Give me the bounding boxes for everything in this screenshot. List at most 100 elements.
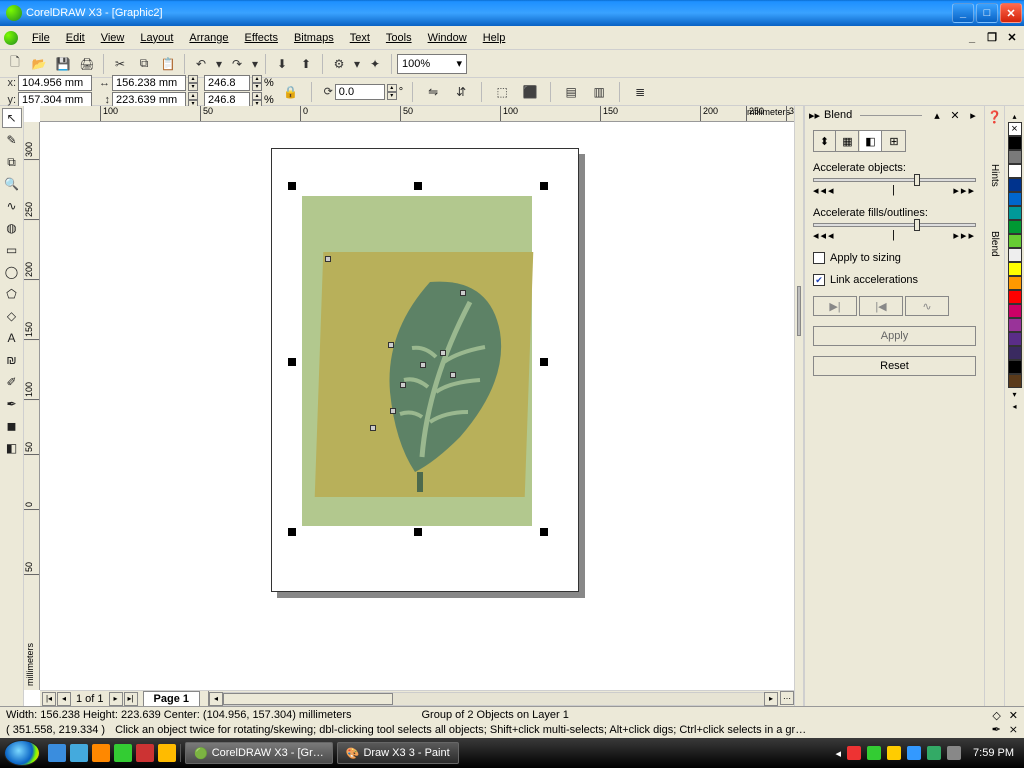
- menu-layout[interactable]: Layout: [132, 29, 181, 47]
- node-marker[interactable]: [325, 256, 331, 262]
- node-marker[interactable]: [440, 350, 446, 356]
- print-button[interactable]: 🖨: [76, 53, 98, 75]
- splitter-grip[interactable]: [797, 286, 801, 336]
- undo-button[interactable]: ↶: [190, 53, 212, 75]
- selection-handle-sw[interactable]: [288, 528, 296, 536]
- slider-rewind-icon[interactable]: ◂◂◂: [813, 184, 836, 197]
- slider-rewind-icon[interactable]: ◂◂◂: [813, 229, 836, 242]
- width-field[interactable]: 156.238 mm: [112, 75, 186, 91]
- color-swatch[interactable]: [1008, 136, 1022, 150]
- redo-dropdown[interactable]: ▾: [250, 53, 260, 75]
- palette-flyout[interactable]: ◂: [1008, 400, 1022, 412]
- import-button[interactable]: ⬇: [271, 53, 293, 75]
- blend-tab-misc[interactable]: ⊞: [883, 131, 905, 151]
- app-launcher-button[interactable]: ⚙: [328, 53, 350, 75]
- color-swatch[interactable]: [1008, 234, 1022, 248]
- apply-button[interactable]: Apply: [813, 326, 976, 346]
- tray-network-icon[interactable]: [927, 746, 941, 760]
- window-close-button[interactable]: ✕: [1000, 3, 1022, 23]
- copy-button[interactable]: ⧉: [133, 53, 155, 75]
- shape-tool[interactable]: ✎: [2, 130, 22, 150]
- freehand-tool[interactable]: ∿: [2, 196, 22, 216]
- interactive-fill-tool[interactable]: ◧: [2, 438, 22, 458]
- lock-ratio-button[interactable]: 🔒: [280, 81, 302, 103]
- zoom-combo[interactable]: 100% ▾: [397, 54, 467, 74]
- swatch-none[interactable]: [1008, 122, 1022, 136]
- horizontal-scrollbar[interactable]: ◂ ▸: [208, 691, 778, 706]
- scroll-right-button[interactable]: ▸: [764, 692, 778, 706]
- taskbar-coreldraw[interactable]: 🟢CorelDRAW X3 - [Gr…: [185, 742, 333, 764]
- width-spinner[interactable]: ▴▾: [188, 75, 198, 91]
- rotation-field[interactable]: 0.0: [335, 84, 385, 100]
- ql-item[interactable]: [92, 744, 110, 762]
- mdi-restore-button[interactable]: ❐: [984, 31, 1000, 45]
- artwork-leaf[interactable]: [350, 262, 510, 492]
- slider-fwd-icon[interactable]: ▸▸▸: [953, 229, 976, 242]
- tray-icon[interactable]: [907, 746, 921, 760]
- node-marker[interactable]: [450, 372, 456, 378]
- selection-handle-e[interactable]: [540, 358, 548, 366]
- ungroup-all-button[interactable]: ⬛: [519, 81, 541, 103]
- color-swatch[interactable]: [1008, 164, 1022, 178]
- app-menu-icon[interactable]: [4, 31, 18, 45]
- ql-item[interactable]: [70, 744, 88, 762]
- drawing-canvas[interactable]: [40, 122, 794, 690]
- menu-arrange[interactable]: Arrange: [181, 29, 236, 47]
- docker-collapse-button[interactable]: ▴: [930, 108, 944, 122]
- node-marker[interactable]: [388, 342, 394, 348]
- mirror-h-button[interactable]: ⇋: [422, 81, 444, 103]
- palette-scroll-up[interactable]: ▴: [1008, 110, 1022, 122]
- new-button[interactable]: 🗋: [4, 53, 26, 75]
- vertical-ruler[interactable]: millimeters 30025020015010050050: [24, 122, 40, 690]
- color-swatch[interactable]: [1008, 332, 1022, 346]
- color-swatch[interactable]: [1008, 360, 1022, 374]
- wrap-text-button[interactable]: ≣: [629, 81, 651, 103]
- taskbar-paint[interactable]: 🎨Draw X3 3 - Paint: [337, 742, 459, 764]
- color-swatch[interactable]: [1008, 192, 1022, 206]
- link-accelerations-checkbox[interactable]: ✔Link accelerations: [813, 274, 976, 286]
- blend-path-curve-button[interactable]: ∿: [905, 296, 949, 316]
- node-marker[interactable]: [400, 382, 406, 388]
- paste-button[interactable]: 📋: [157, 53, 179, 75]
- to-back-button[interactable]: ▥: [588, 81, 610, 103]
- selection-handle-s[interactable]: [414, 528, 422, 536]
- redo-button[interactable]: ↷: [226, 53, 248, 75]
- prev-page-button[interactable]: ◂: [57, 692, 71, 706]
- open-button[interactable]: 📂: [28, 53, 50, 75]
- accelerate-objects-slider[interactable]: [813, 178, 976, 182]
- polygon-tool[interactable]: ⬠: [2, 284, 22, 304]
- rotation-spinner[interactable]: ▴▾: [387, 84, 397, 100]
- color-swatch[interactable]: [1008, 262, 1022, 276]
- tray-icon[interactable]: [887, 746, 901, 760]
- docker-splitter[interactable]: [794, 106, 804, 706]
- blend-path-end-button[interactable]: |◀: [859, 296, 903, 316]
- selection-handle-se[interactable]: [540, 528, 548, 536]
- menu-file[interactable]: File: [24, 29, 58, 47]
- scale-x-field[interactable]: 246.8: [204, 75, 250, 91]
- horizontal-ruler[interactable]: millimeters 10050050100150200250300: [40, 106, 794, 122]
- tray-volume-icon[interactable]: [947, 746, 961, 760]
- selection-handle-w[interactable]: [288, 358, 296, 366]
- blend-tab-accel[interactable]: ▦: [837, 131, 859, 151]
- next-page-button[interactable]: ▸: [109, 692, 123, 706]
- apply-to-sizing-checkbox[interactable]: Apply to sizing: [813, 252, 976, 264]
- page-tab-1[interactable]: Page 1: [143, 691, 200, 706]
- docker-close-button[interactable]: ✕: [948, 108, 962, 122]
- menu-view[interactable]: View: [93, 29, 133, 47]
- crop-tool[interactable]: ⧉: [2, 152, 22, 172]
- last-page-button[interactable]: ▸|: [124, 692, 138, 706]
- hints-icon[interactable]: ❓: [987, 110, 1002, 124]
- mdi-close-button[interactable]: ✕: [1004, 31, 1020, 45]
- ql-item[interactable]: [158, 744, 176, 762]
- blend-tab-color[interactable]: ◧: [860, 131, 882, 151]
- save-button[interactable]: 💾: [52, 53, 74, 75]
- color-swatch[interactable]: [1008, 290, 1022, 304]
- menu-text[interactable]: Text: [342, 29, 378, 47]
- mirror-v-button[interactable]: ⇵: [450, 81, 472, 103]
- taskbar-clock[interactable]: 7:59 PM: [967, 747, 1020, 759]
- text-tool[interactable]: A: [2, 328, 22, 348]
- color-swatch[interactable]: [1008, 346, 1022, 360]
- color-swatch[interactable]: [1008, 206, 1022, 220]
- first-page-button[interactable]: |◂: [42, 692, 56, 706]
- menu-bitmaps[interactable]: Bitmaps: [286, 29, 342, 47]
